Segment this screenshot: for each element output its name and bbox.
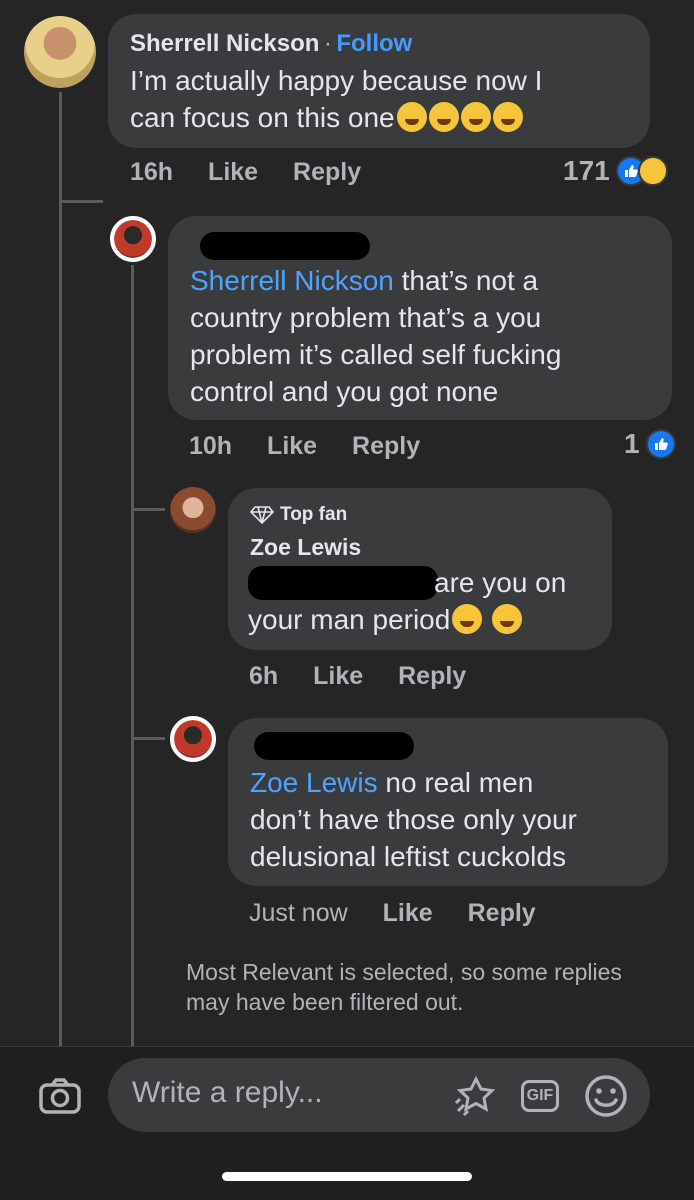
reply-text: your man period	[248, 604, 451, 635]
reply-bubble: Top fan Zoe Lewis are you on your man pe…	[228, 488, 612, 650]
reaction-count: 171	[563, 155, 610, 186]
mention-link[interactable]: Zoe Lewis	[250, 767, 378, 798]
diamond-icon	[250, 506, 274, 524]
avatar-sherrell-nickson[interactable]	[24, 16, 96, 88]
reply-text: delusional leftist cuckolds	[250, 841, 566, 872]
laughing-emoji-icon	[492, 604, 523, 634]
reply-text: that’s not a	[393, 265, 539, 296]
rofl-emoji-icon	[428, 102, 459, 132]
reaction-summary[interactable]: 171	[563, 155, 668, 187]
avatar-redacted-user[interactable]	[110, 216, 156, 262]
comment-actions: 16h Like Reply	[130, 158, 389, 187]
pleading-emoji-icon	[452, 604, 483, 634]
comment-author[interactable]: Sherrell Nickson	[130, 30, 319, 57]
mention-link[interactable]: Sherrell Nickson	[190, 265, 394, 296]
reply-text: no real men	[377, 767, 534, 798]
sticker-icon[interactable]	[450, 1074, 498, 1118]
redacted-name	[200, 232, 370, 260]
crying-emoji-icon	[396, 102, 427, 132]
reply-text: don’t have those only your	[250, 804, 577, 835]
reply-time: 10h	[189, 432, 233, 460]
reply-text: problem it’s called self fucking	[190, 339, 562, 370]
like-button[interactable]: Like	[267, 432, 317, 460]
reaction-count: 1	[624, 428, 640, 459]
redacted-name	[254, 732, 414, 760]
thread-line-nested	[131, 265, 134, 1046]
reply-button[interactable]: Reply	[293, 158, 361, 186]
gif-label: GIF	[520, 1080, 560, 1112]
reply-text: control and you got none	[190, 376, 499, 407]
reaction-summary[interactable]: 1	[624, 428, 676, 460]
haha-reaction-icon	[637, 156, 668, 186]
gif-icon[interactable]: GIF	[516, 1074, 564, 1118]
reply-text: country problem that’s a you	[190, 302, 542, 333]
comment-text: can focus on this one	[130, 102, 395, 133]
like-button[interactable]: Like	[208, 158, 258, 186]
comment-time: 16h	[130, 158, 174, 186]
reply-actions: 6h Like Reply	[249, 662, 494, 691]
thread-branch	[59, 200, 103, 203]
reply-time: 6h	[249, 662, 279, 690]
avatar-zoe-lewis[interactable]	[170, 487, 216, 533]
home-indicator	[222, 1172, 472, 1181]
top-fan-badge: Top fan	[250, 504, 347, 526]
reply-button[interactable]: Reply	[398, 662, 466, 690]
emoji-icon[interactable]	[582, 1072, 630, 1120]
like-button[interactable]: Like	[383, 899, 433, 927]
reply-button[interactable]: Reply	[352, 432, 420, 460]
reply-actions: Just now Like Reply	[249, 899, 564, 928]
follow-button[interactable]: Follow	[336, 30, 412, 57]
reply-bubble: Zoe Lewis no real men don’t have those o…	[228, 718, 668, 886]
avatar-redacted-user[interactable]	[170, 716, 216, 762]
camera-icon[interactable]	[36, 1076, 84, 1116]
reply-actions: 10h Like Reply	[189, 432, 448, 461]
reply-time: Just now	[249, 899, 348, 927]
rofl-emoji-icon	[460, 102, 491, 132]
comment-text: I’m actually happy because now I	[130, 65, 543, 96]
rofl-emoji-icon	[492, 102, 523, 132]
filter-note: Most Relevant is selected, so some repli…	[186, 959, 622, 1015]
reply-input-placeholder: Write a reply...	[132, 1076, 323, 1109]
reply-bubble: Sherrell Nickson that’s not a country pr…	[168, 216, 672, 420]
thread-branch	[131, 737, 165, 740]
like-reaction-icon	[645, 429, 676, 459]
like-button[interactable]: Like	[313, 662, 363, 690]
thread-line	[59, 92, 62, 1046]
top-fan-label: Top fan	[280, 504, 348, 525]
reply-button[interactable]: Reply	[468, 899, 536, 927]
thread-branch	[131, 508, 165, 511]
comment-bubble: Sherrell Nickson · Follow I’m actually h…	[108, 14, 650, 148]
redacted-mention	[248, 566, 438, 600]
separator-dot: ·	[323, 30, 332, 57]
reply-text: are you on	[434, 567, 567, 598]
reply-author[interactable]: Zoe Lewis	[250, 534, 361, 561]
